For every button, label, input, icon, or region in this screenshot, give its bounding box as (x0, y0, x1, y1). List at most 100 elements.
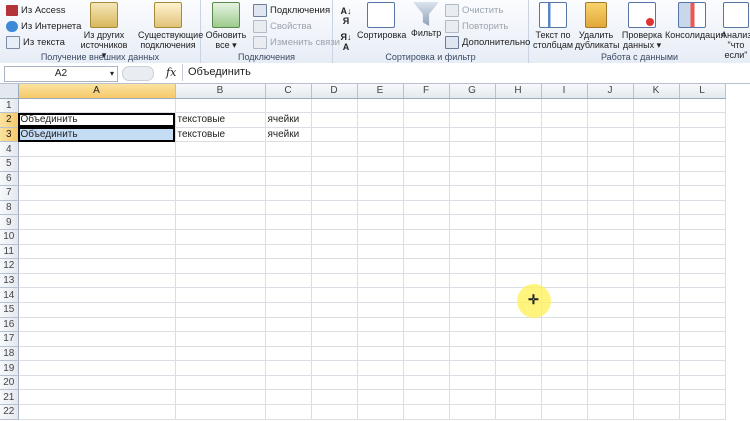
cell-i2[interactable] (541, 112, 588, 128)
cell-a2[interactable]: Объединить (18, 112, 176, 128)
cell-e12[interactable] (357, 258, 404, 274)
cell-j14[interactable] (587, 287, 634, 303)
cell-a18[interactable] (18, 346, 176, 362)
cell-j18[interactable] (587, 346, 634, 362)
sort-button[interactable]: Сортировка (357, 2, 406, 40)
cell-j21[interactable] (587, 389, 634, 406)
cell-h1[interactable] (495, 98, 542, 114)
cell-b2[interactable]: текстовые (175, 112, 266, 128)
cell-a8[interactable] (18, 200, 176, 216)
cell-c13[interactable] (265, 273, 312, 289)
cell-d7[interactable] (311, 185, 358, 201)
consolidate-button[interactable]: Консолидация (665, 2, 725, 40)
cell-l17[interactable] (679, 331, 726, 347)
cell-b12[interactable] (175, 258, 266, 274)
cell-a9[interactable] (18, 214, 176, 230)
cell-a17[interactable] (18, 331, 176, 347)
cell-l3[interactable] (679, 127, 726, 143)
cell-k14[interactable] (633, 287, 680, 303)
cell-c15[interactable] (265, 302, 312, 318)
cell-g10[interactable] (449, 229, 496, 245)
cell-h20[interactable] (495, 375, 542, 391)
cell-d11[interactable] (311, 244, 358, 260)
from-text-button[interactable]: Из текста (6, 35, 65, 50)
cell-h8[interactable] (495, 200, 542, 216)
cell-g2[interactable] (449, 112, 496, 128)
cell-g21[interactable] (449, 389, 496, 406)
cell-j11[interactable] (587, 244, 634, 260)
column-header-l[interactable]: L (679, 84, 726, 99)
cell-e13[interactable] (357, 273, 404, 289)
cell-c17[interactable] (265, 331, 312, 347)
cell-g17[interactable] (449, 331, 496, 347)
cell-c4[interactable] (265, 141, 312, 157)
cell-j9[interactable] (587, 214, 634, 230)
cell-j6[interactable] (587, 171, 634, 187)
cell-l19[interactable] (679, 360, 726, 376)
cell-l1[interactable] (679, 98, 726, 114)
column-header-d[interactable]: D (311, 84, 358, 99)
cell-d21[interactable] (311, 389, 358, 406)
cell-f20[interactable] (403, 375, 450, 391)
cell-k6[interactable] (633, 171, 680, 187)
cell-b10[interactable] (175, 229, 266, 245)
cell-l10[interactable] (679, 229, 726, 245)
cell-i4[interactable] (541, 141, 588, 157)
clear-filter-button[interactable]: Очистить (445, 3, 503, 18)
cell-k16[interactable] (633, 317, 680, 333)
row-header[interactable]: 4 (0, 141, 19, 157)
cell-e8[interactable] (357, 200, 404, 216)
filter-button[interactable]: Фильтр (411, 2, 441, 38)
cell-g12[interactable] (449, 258, 496, 274)
row-header[interactable]: 22 (0, 404, 19, 420)
row-header[interactable]: 7 (0, 185, 19, 201)
cell-e20[interactable] (357, 375, 404, 391)
cell-k9[interactable] (633, 214, 680, 230)
cell-j15[interactable] (587, 302, 634, 318)
cell-g13[interactable] (449, 273, 496, 289)
cell-i17[interactable] (541, 331, 588, 347)
cell-i12[interactable] (541, 258, 588, 274)
cell-e15[interactable] (357, 302, 404, 318)
cell-b15[interactable] (175, 302, 266, 318)
cell-a15[interactable] (18, 302, 176, 318)
cell-c21[interactable] (265, 389, 312, 406)
row-header[interactable]: 1 (0, 98, 19, 114)
cell-i18[interactable] (541, 346, 588, 362)
cell-a1[interactable] (18, 98, 176, 114)
cell-k10[interactable] (633, 229, 680, 245)
column-header-c[interactable]: C (265, 84, 312, 99)
row-header[interactable]: 5 (0, 156, 19, 172)
cell-d22[interactable] (311, 404, 358, 420)
edit-links-button[interactable]: Изменить связи (253, 35, 340, 50)
cell-e5[interactable] (357, 156, 404, 172)
cell-l2[interactable] (679, 112, 726, 128)
cell-l7[interactable] (679, 185, 726, 201)
cell-j17[interactable] (587, 331, 634, 347)
formula-input[interactable]: Объединить (182, 64, 750, 81)
cell-a21[interactable] (18, 389, 176, 406)
cell-k1[interactable] (633, 98, 680, 114)
row-header[interactable]: 8 (0, 200, 19, 216)
cell-a19[interactable] (18, 360, 176, 376)
cell-l16[interactable] (679, 317, 726, 333)
cell-f12[interactable] (403, 258, 450, 274)
cell-k17[interactable] (633, 331, 680, 347)
cell-d8[interactable] (311, 200, 358, 216)
cell-i6[interactable] (541, 171, 588, 187)
remove-duplicates-button[interactable]: Удалить дубликаты (575, 2, 619, 50)
cell-j16[interactable] (587, 317, 634, 333)
column-header-b[interactable]: B (175, 84, 266, 99)
cell-i21[interactable] (541, 389, 588, 406)
cell-f6[interactable] (403, 171, 450, 187)
cell-b7[interactable] (175, 185, 266, 201)
cell-c10[interactable] (265, 229, 312, 245)
cell-c5[interactable] (265, 156, 312, 172)
cell-h18[interactable] (495, 346, 542, 362)
cell-b6[interactable] (175, 171, 266, 187)
row-header[interactable]: 16 (0, 317, 19, 333)
cell-j3[interactable] (587, 127, 634, 143)
sort-za-button[interactable]: Я↓ А (337, 32, 355, 52)
cell-h6[interactable] (495, 171, 542, 187)
row-header[interactable]: 21 (0, 389, 19, 406)
